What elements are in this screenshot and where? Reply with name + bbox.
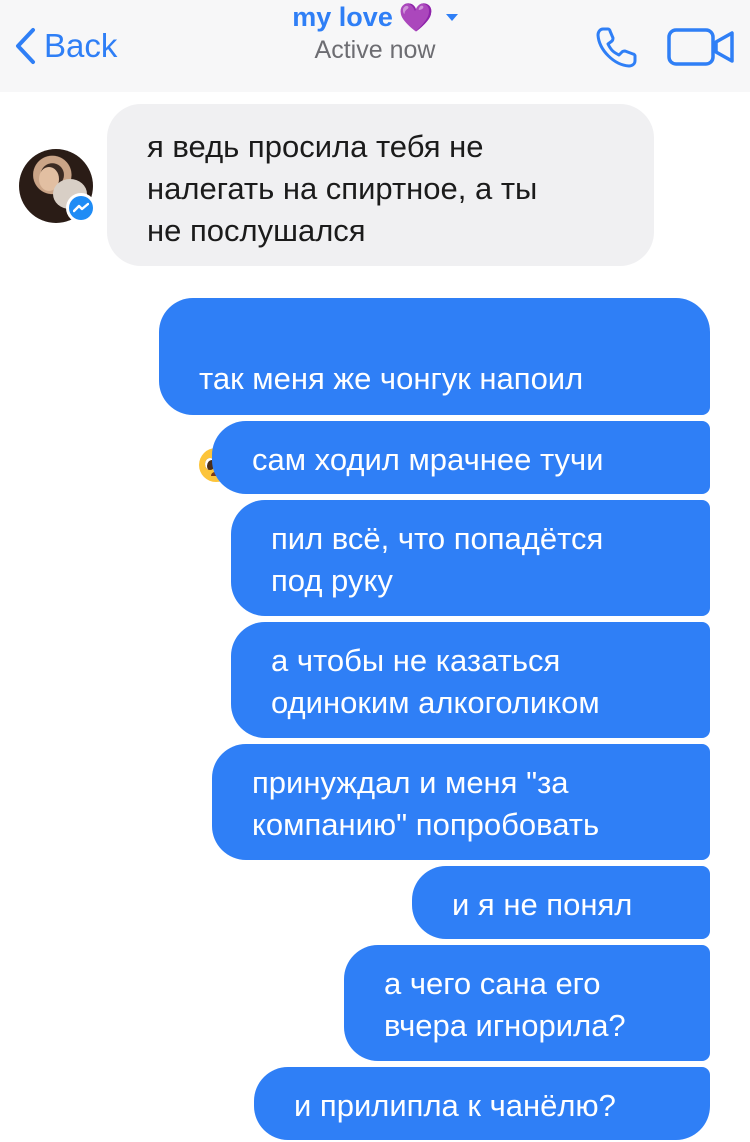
contact-name-button[interactable]: my love 💜 [292, 1, 458, 33]
video-camera-icon [667, 28, 734, 66]
outgoing-message-bubble[interactable]: а чего сана его вчера игнорила? [344, 945, 710, 1061]
chevron-down-icon [445, 14, 458, 21]
messenger-badge-icon [66, 193, 96, 223]
outgoing-message-bubble[interactable]: так меня же чонгук напоил [159, 298, 710, 482]
outgoing-message-bubble[interactable]: пил всё, что попадётся под руку [231, 500, 710, 616]
back-button[interactable]: Back [14, 24, 117, 68]
contact-name: my love [292, 2, 393, 32]
phone-icon [596, 27, 637, 68]
message-text: так меня же чонгук напоил [199, 361, 584, 396]
outgoing-message-bubble[interactable]: и я не понял [412, 866, 710, 939]
back-label: Back [44, 27, 118, 64]
outgoing-message-bubble[interactable]: принуждал и меня "за компанию" попробова… [212, 744, 710, 860]
video-call-button[interactable] [666, 26, 736, 73]
purple-heart-emoji: 💜 [398, 1, 434, 33]
call-button[interactable] [594, 24, 640, 75]
outgoing-message-bubble[interactable]: сам ходил мрачнее тучи [212, 421, 710, 494]
outgoing-message-bubble[interactable]: и прилипла к чанёлю? [254, 1067, 710, 1140]
chevron-left-icon [16, 28, 35, 64]
incoming-message-bubble[interactable]: я ведь просила тебя не налегать на спирт… [107, 104, 654, 266]
outgoing-message-bubble[interactable]: а чтобы не казаться одиноким алкоголиком [231, 622, 710, 738]
chat-header: Back my love 💜 Active now [0, 0, 750, 92]
